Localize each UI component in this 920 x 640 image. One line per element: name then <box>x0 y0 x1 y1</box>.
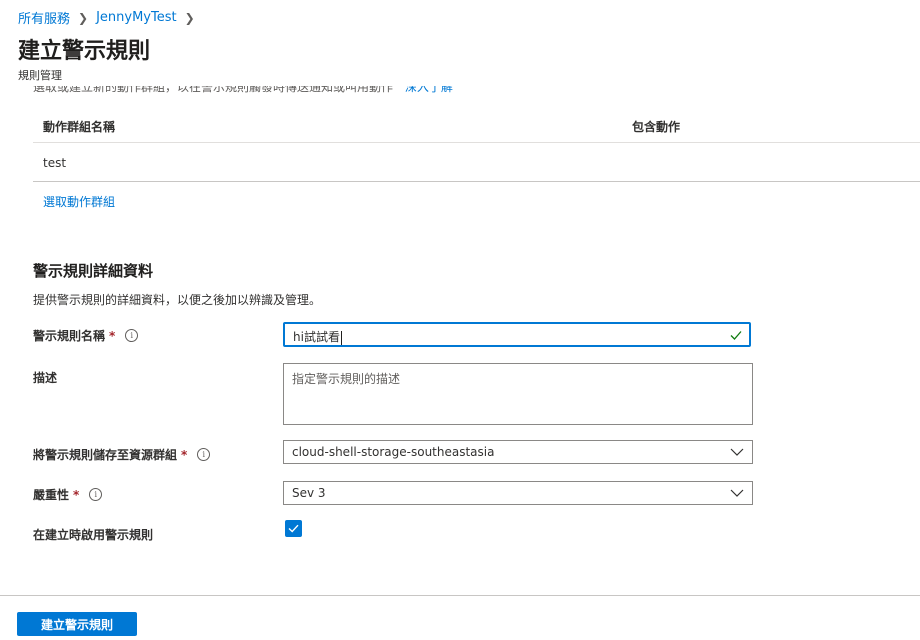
table-divider <box>33 181 920 182</box>
page-title: 建立警示規則 <box>18 39 151 64</box>
chevron-down-icon <box>730 448 744 456</box>
description-label: 描述 <box>33 369 57 386</box>
action-group-name: test <box>43 156 67 170</box>
breadcrumb: 所有服務 ❯ JennyMyTest ❯ <box>18 8 203 27</box>
column-header-name: 動作群組名稱 <box>43 120 116 134</box>
chevron-right-icon: ❯ <box>184 10 195 25</box>
page-subtitle: 規則管理 <box>18 69 62 82</box>
action-group-intro: 選取或建立新的動作群組，以在警示規則觸發時傳送通知或叫用動作 深入了解 <box>33 86 513 95</box>
rule-name-value: hi試試看 <box>293 328 342 345</box>
chevron-down-icon <box>730 489 744 497</box>
text-caret <box>340 330 342 345</box>
severity-value: Sev 3 <box>292 486 326 500</box>
description-textarea[interactable]: 指定警示規則的描述 <box>283 363 753 425</box>
rule-name-input[interactable]: hi試試看 <box>283 322 751 347</box>
action-group-intro-text: 選取或建立新的動作群組，以在警示規則觸發時傳送通知或叫用動作 <box>33 86 394 94</box>
breadcrumb-resource[interactable]: JennyMyTest <box>96 10 177 25</box>
footer-divider <box>0 595 920 596</box>
details-section-title: 警示規則詳細資料 <box>33 262 154 280</box>
info-icon[interactable]: i <box>89 488 103 501</box>
required-mark: * <box>181 447 188 462</box>
resource-group-label-text: 將警示規則儲存至資源群組 <box>33 448 178 462</box>
rule-name-label-text: 警示規則名稱 <box>33 329 106 343</box>
chevron-right-icon: ❯ <box>78 10 89 25</box>
resource-group-value: cloud-shell-storage-southeastasia <box>292 445 495 459</box>
checkmark-icon <box>730 331 742 340</box>
details-section-description: 提供警示規則的詳細資料，以便之後加以辨識及管理。 <box>33 293 322 307</box>
severity-label: 嚴重性 * i <box>33 486 103 503</box>
enable-rule-label: 在建立時啟用警示規則 <box>33 526 153 543</box>
checkmark-icon <box>288 524 299 533</box>
info-icon[interactable]: i <box>125 329 139 342</box>
column-header-actions: 包含動作 <box>632 120 681 134</box>
required-mark: * <box>109 328 116 343</box>
description-label-text: 描述 <box>33 371 58 385</box>
resource-group-label: 將警示規則儲存至資源群組 * i <box>33 446 211 463</box>
learn-more-link[interactable]: 深入了解 <box>405 86 453 94</box>
table-row[interactable]: test <box>43 156 66 170</box>
create-alert-rule-button[interactable]: 建立警示規則 <box>17 612 137 636</box>
breadcrumb-all-services[interactable]: 所有服務 <box>18 8 70 27</box>
resource-group-select[interactable]: cloud-shell-storage-southeastasia <box>283 440 753 464</box>
rule-name-label: 警示規則名稱 * i <box>33 327 139 344</box>
description-placeholder: 指定警示規則的描述 <box>292 372 401 386</box>
severity-select[interactable]: Sev 3 <box>283 481 753 505</box>
severity-label-text: 嚴重性 <box>33 488 70 502</box>
enable-rule-label-text: 在建立時啟用警示規則 <box>33 528 154 542</box>
required-mark: * <box>73 487 80 502</box>
rule-name-text: hi試試看 <box>293 330 340 344</box>
table-divider <box>33 142 920 143</box>
info-icon[interactable]: i <box>197 448 211 461</box>
enable-rule-checkbox[interactable] <box>285 520 302 537</box>
select-action-group-link[interactable]: 選取動作群組 <box>43 193 115 210</box>
